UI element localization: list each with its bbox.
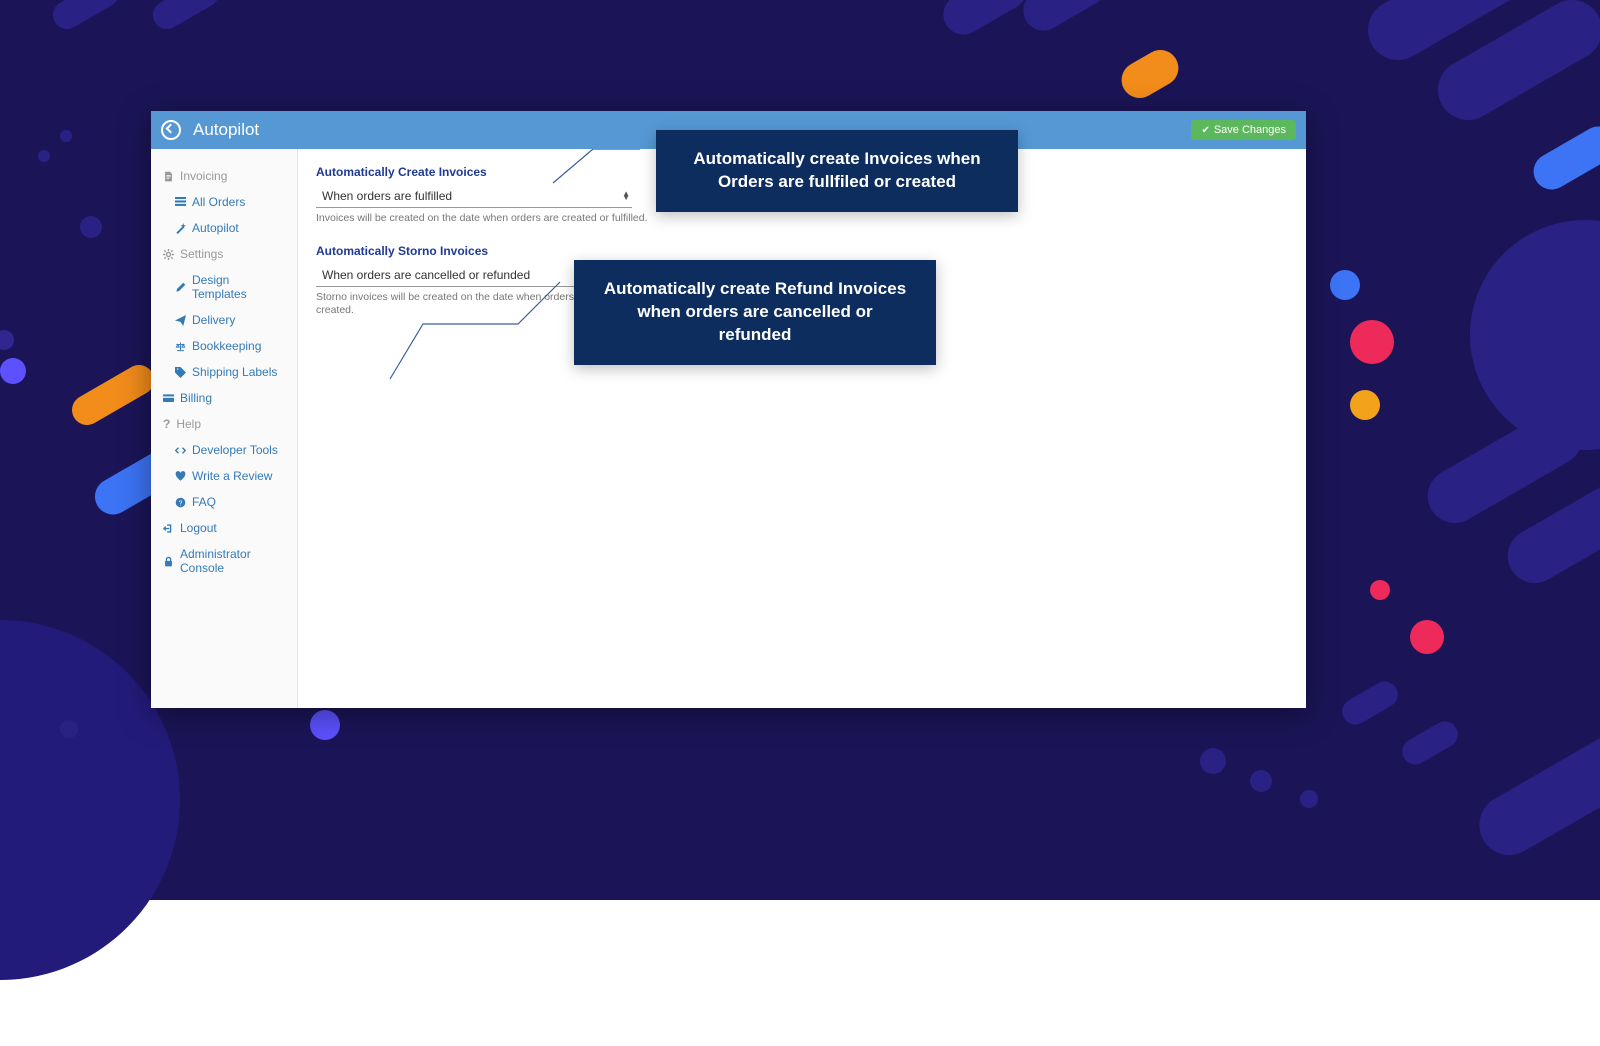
callout-text: Automatically create Invoices when Order… — [693, 149, 980, 191]
sidebar-item-delivery[interactable]: Delivery — [151, 307, 297, 333]
decor-shape — [67, 360, 160, 431]
decor-shape — [1330, 270, 1360, 300]
main-content: Automatically Create Invoices When order… — [298, 149, 1306, 708]
decor-shape — [48, 0, 124, 34]
page-background: Autopilot ✔ Save Changes Invoicing All O… — [0, 0, 1600, 900]
sidebar-item-label: Delivery — [192, 313, 235, 327]
decor-shape — [1200, 748, 1226, 774]
decor-shape — [80, 216, 102, 238]
paper-plane-icon — [175, 315, 186, 326]
back-icon[interactable] — [161, 120, 181, 140]
sidebar-section-label: Settings — [180, 247, 223, 261]
sidebar-section-label: Invoicing — [180, 169, 227, 183]
decor-shape — [1115, 43, 1185, 104]
sidebar: Invoicing All Orders Autopilot Settings … — [151, 149, 298, 708]
decor-shape — [1338, 677, 1403, 730]
sidebar-section-settings: Settings — [151, 241, 297, 267]
decor-shape — [1527, 120, 1600, 196]
sidebar-item-write-review[interactable]: Write a Review — [151, 463, 297, 489]
question-circle-icon: ? — [175, 497, 186, 508]
decor-shape — [1250, 770, 1272, 792]
decor-shape — [1016, 0, 1114, 38]
sidebar-item-admin-console[interactable]: Administrator Console — [151, 541, 297, 581]
decor-shape — [1350, 320, 1394, 364]
tag-icon — [175, 367, 186, 378]
sidebar-item-label: Logout — [180, 521, 217, 535]
topbar-left: Autopilot — [161, 120, 259, 140]
file-icon — [163, 171, 174, 182]
decor-shape — [1468, 714, 1600, 866]
sidebar-item-billing[interactable]: Billing — [151, 385, 297, 411]
decor-shape — [0, 358, 26, 384]
decor-shape — [38, 150, 50, 162]
decor-shape — [148, 0, 224, 34]
page-title: Autopilot — [193, 120, 259, 140]
sidebar-item-design-templates[interactable]: Design Templates — [151, 267, 297, 307]
sidebar-item-label: FAQ — [192, 495, 216, 509]
code-icon — [175, 445, 186, 456]
list-icon — [175, 197, 186, 208]
sidebar-item-developer-tools[interactable]: Developer Tools — [151, 437, 297, 463]
sidebar-item-label: Administrator Console — [180, 547, 285, 575]
sidebar-item-label: Bookkeeping — [192, 339, 261, 353]
decor-shape — [1300, 790, 1318, 808]
credit-card-icon — [163, 393, 174, 404]
magic-icon — [175, 223, 186, 234]
pencil-icon — [175, 282, 186, 293]
sidebar-item-logout[interactable]: Logout — [151, 515, 297, 541]
svg-text:?: ? — [179, 500, 183, 507]
sidebar-section-help: ? Help — [151, 411, 297, 437]
signout-icon — [163, 523, 174, 534]
save-button[interactable]: ✔ Save Changes — [1191, 120, 1296, 140]
decor-shape — [1410, 620, 1444, 654]
sidebar-item-autopilot[interactable]: Autopilot — [151, 215, 297, 241]
sidebar-item-label: Autopilot — [192, 221, 239, 235]
app-body: Invoicing All Orders Autopilot Settings … — [151, 149, 1306, 708]
decor-shape — [60, 720, 78, 738]
sidebar-item-all-orders[interactable]: All Orders — [151, 189, 297, 215]
sidebar-section-label: Help — [176, 417, 201, 431]
sidebar-item-label: Shipping Labels — [192, 365, 277, 379]
decor-shape — [60, 130, 72, 142]
decor-shape — [1350, 390, 1380, 420]
sidebar-item-bookkeeping[interactable]: Bookkeeping — [151, 333, 297, 359]
decor-shape — [310, 710, 340, 740]
sidebar-item-label: All Orders — [192, 195, 245, 209]
question-icon: ? — [163, 417, 170, 431]
sidebar-item-shipping-labels[interactable]: Shipping Labels — [151, 359, 297, 385]
gear-icon — [163, 249, 174, 260]
check-icon: ✔ — [1201, 125, 1209, 136]
sidebar-item-label: Developer Tools — [192, 443, 278, 457]
decor-shape — [1470, 220, 1600, 450]
sidebar-item-label: Write a Review — [192, 469, 272, 483]
sidebar-item-faq[interactable]: ? FAQ — [151, 489, 297, 515]
sidebar-item-label: Billing — [180, 391, 212, 405]
lock-icon — [163, 556, 174, 567]
sidebar-section-invoicing: Invoicing — [151, 163, 297, 189]
scale-icon — [175, 341, 186, 352]
callout-invoices: Automatically create Invoices when Order… — [656, 130, 1018, 212]
decor-shape — [1398, 717, 1463, 770]
heart-icon — [175, 471, 186, 482]
decor-shape — [1370, 580, 1390, 600]
callout-refunds: Automatically create Refund Invoices whe… — [574, 260, 936, 365]
decor-shape — [0, 330, 14, 350]
decor-shape — [936, 0, 1034, 42]
callout-text: Automatically create Refund Invoices whe… — [604, 279, 906, 344]
save-button-label: Save Changes — [1214, 124, 1286, 136]
sidebar-item-label: Design Templates — [192, 273, 285, 301]
